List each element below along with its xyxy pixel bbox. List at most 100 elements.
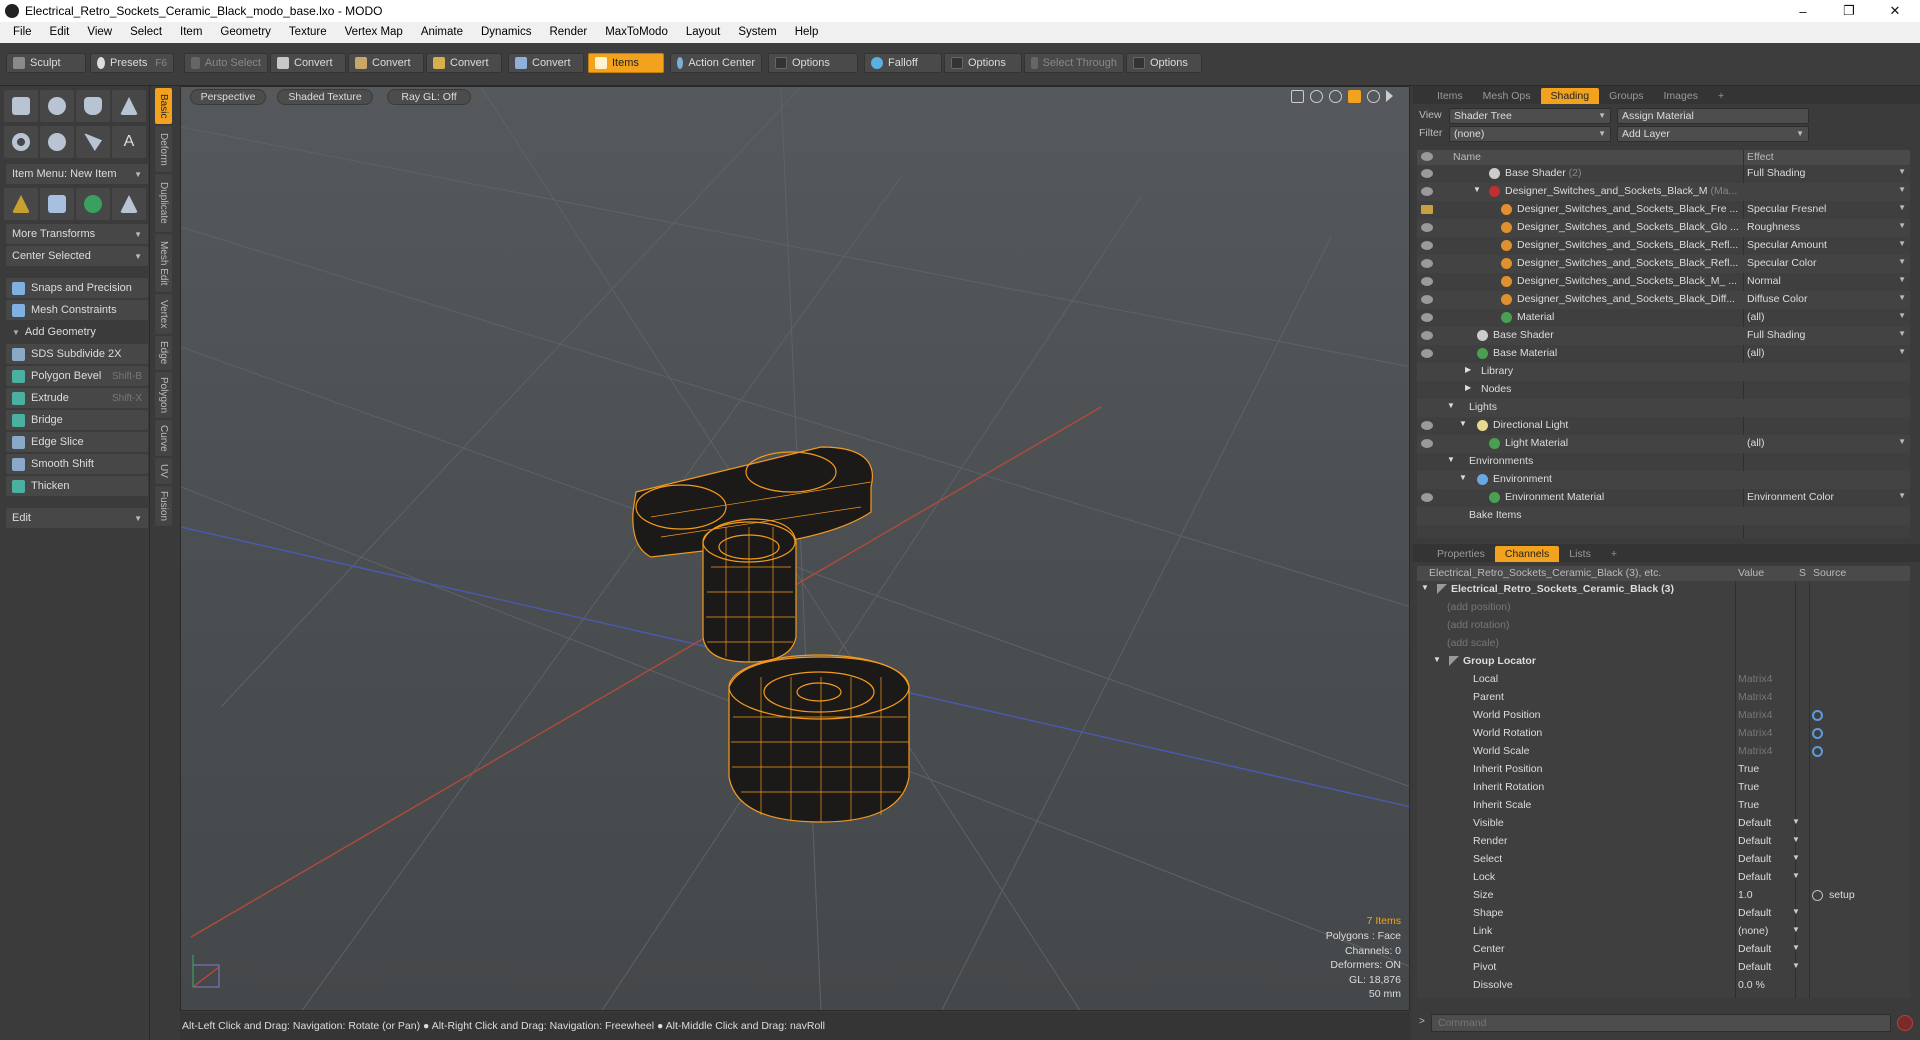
sphere-tool-button[interactable] (40, 90, 74, 122)
channel-row[interactable]: Size 1.0 setup (1417, 887, 1910, 905)
cone-tool-button[interactable] (112, 90, 146, 122)
channel-value[interactable]: Default (1738, 871, 1771, 883)
expand-arrow-icon[interactable]: ▼ (1447, 455, 1455, 464)
tree-row[interactable]: ▼ Lights (1417, 399, 1910, 417)
tab-shading[interactable]: Shading (1540, 88, 1600, 104)
view-select[interactable]: Shader Tree ▼ (1449, 108, 1611, 124)
chevron-down-icon[interactable]: ▼ (1792, 943, 1800, 952)
edit-dropdown[interactable]: Edit ▼ (6, 508, 148, 528)
add-layer-select[interactable]: Add Layer ▼ (1617, 126, 1809, 142)
channel-row[interactable]: World Scale Matrix4 (1417, 743, 1910, 761)
convert-button-1[interactable]: Convert (270, 53, 346, 73)
tree-row[interactable]: ▼ Environment (1417, 471, 1910, 489)
channel-row[interactable]: Select Default ▼ (1417, 851, 1910, 869)
chevron-down-icon[interactable]: ▼ (1898, 311, 1906, 320)
add-tab-button[interactable]: + (1601, 546, 1627, 562)
command-input[interactable] (1431, 1014, 1891, 1032)
menu-vertex-map[interactable]: Vertex Map (336, 22, 412, 43)
convert-button-3[interactable]: Convert (426, 53, 502, 73)
tree-row[interactable]: ▼ Environments (1417, 453, 1910, 471)
bridge-button[interactable]: Bridge (6, 410, 148, 430)
chevron-down-icon[interactable]: ▼ (1898, 293, 1906, 302)
expand-arrow-icon[interactable]: ▶ (1465, 365, 1471, 374)
add-geometry-header[interactable]: ▼ Add Geometry (6, 322, 148, 342)
chevron-down-icon[interactable]: ▼ (1898, 275, 1906, 284)
channel-row[interactable]: Render Default ▼ (1417, 833, 1910, 851)
chevron-down-icon[interactable]: ▼ (1792, 817, 1800, 826)
channel-value[interactable]: True (1738, 763, 1759, 775)
channel-value[interactable]: True (1738, 781, 1759, 793)
eye-icon[interactable] (1421, 169, 1433, 178)
channel-value[interactable]: 0.0 % (1738, 979, 1765, 991)
scale-tool-button[interactable] (76, 188, 110, 220)
tab-basic[interactable]: Basic (155, 88, 172, 124)
pan-icon[interactable] (1291, 90, 1304, 103)
channel-row[interactable]: Lock Default ▼ (1417, 869, 1910, 887)
menu-help[interactable]: Help (786, 22, 828, 43)
more-transforms-dropdown[interactable]: More Transforms ▼ (6, 224, 148, 244)
eye-icon[interactable] (1421, 277, 1433, 286)
channel-row[interactable]: Inherit Rotation True (1417, 779, 1910, 797)
items-mode-button[interactable]: Items (588, 53, 664, 73)
eye-icon[interactable] (1421, 349, 1433, 358)
tree-row[interactable]: Light Material (all) ▼ (1417, 435, 1910, 453)
eye-icon[interactable] (1421, 295, 1433, 304)
item-menu-dropdown[interactable]: Item Menu: New Item ▼ (6, 164, 148, 184)
move-tool-button[interactable] (4, 188, 38, 220)
capsule-tool-button[interactable] (40, 126, 74, 158)
expand-arrow-icon[interactable]: ▼ (1459, 473, 1467, 482)
chevron-down-icon[interactable]: ▼ (1898, 347, 1906, 356)
menu-texture[interactable]: Texture (280, 22, 336, 43)
tree-row[interactable]: Environment Material Environment Color ▼ (1417, 489, 1910, 507)
tab-mesh-ops[interactable]: Mesh Ops (1473, 88, 1541, 104)
tab-curve[interactable]: Curve (155, 420, 172, 456)
channel-value[interactable]: Default (1738, 835, 1771, 847)
eye-icon[interactable] (1421, 241, 1433, 250)
convert-button-4[interactable]: Convert (508, 53, 584, 73)
channel-row[interactable]: Link (none) ▼ (1417, 923, 1910, 941)
chevron-down-icon[interactable]: ▼ (1898, 203, 1906, 212)
action-center-button[interactable]: Action Center (670, 53, 762, 73)
falloff-options-button[interactable]: Options (944, 53, 1022, 73)
channel-row[interactable]: Shape Default ▼ (1417, 905, 1910, 923)
channel-row[interactable]: Inherit Position True (1417, 761, 1910, 779)
menu-render[interactable]: Render (540, 22, 596, 43)
chevron-down-icon[interactable]: ▼ (1898, 167, 1906, 176)
eye-icon[interactable] (1421, 493, 1433, 502)
rotate-view-icon[interactable] (1310, 90, 1323, 103)
channel-value[interactable]: Default (1738, 817, 1771, 829)
channel-value[interactable]: Default (1738, 853, 1771, 865)
eye-icon[interactable] (1421, 223, 1433, 232)
chevron-down-icon[interactable]: ▼ (1792, 835, 1800, 844)
presets-button[interactable]: Presets F6 (90, 53, 174, 73)
tab-channels[interactable]: Channels (1494, 546, 1560, 562)
thicken-button[interactable]: Thicken (6, 476, 148, 496)
extrude-button[interactable]: Extrude Shift-X (6, 388, 148, 408)
add-tab-button[interactable]: + (1708, 88, 1734, 104)
menu-animate[interactable]: Animate (412, 22, 472, 43)
expand-arrow-icon[interactable]: ▼ (1473, 185, 1481, 194)
expand-arrow-icon[interactable]: ▼ (1421, 583, 1429, 592)
channel-row[interactable]: Inherit Scale True (1417, 797, 1910, 815)
expand-arrow-icon[interactable]: ▼ (1447, 401, 1455, 410)
group-locator-row[interactable]: ▼ Group Locator (1417, 653, 1910, 671)
3d-viewport[interactable]: Perspective Shaded Texture Ray GL: Off 7… (180, 86, 1410, 1011)
eye-icon[interactable] (1421, 331, 1433, 340)
tab-fusion[interactable]: Fusion (155, 486, 172, 526)
channel-row[interactable]: Pivot Default ▼ (1417, 959, 1910, 977)
channel-row[interactable]: Visible Default ▼ (1417, 815, 1910, 833)
edge-slice-button[interactable]: Edge Slice (6, 432, 148, 452)
chevron-down-icon[interactable]: ▼ (1898, 437, 1906, 446)
tab-uv[interactable]: UV (155, 458, 172, 484)
chevron-down-icon[interactable]: ▼ (1792, 907, 1800, 916)
chevron-down-icon[interactable]: ▼ (1792, 961, 1800, 970)
chevron-down-icon[interactable]: ▼ (1898, 185, 1906, 194)
tree-row[interactable]: ▶ Nodes (1417, 381, 1910, 399)
channel-value[interactable]: 1.0 (1738, 889, 1753, 901)
snaps-and-precision-button[interactable]: Snaps and Precision (6, 278, 148, 298)
col-name[interactable]: Name (1453, 151, 1481, 163)
menu-select[interactable]: Select (121, 22, 171, 43)
tree-row[interactable]: Base Material (all) ▼ (1417, 345, 1910, 363)
tab-properties[interactable]: Properties (1427, 546, 1495, 562)
chevron-down-icon[interactable]: ▼ (1898, 257, 1906, 266)
